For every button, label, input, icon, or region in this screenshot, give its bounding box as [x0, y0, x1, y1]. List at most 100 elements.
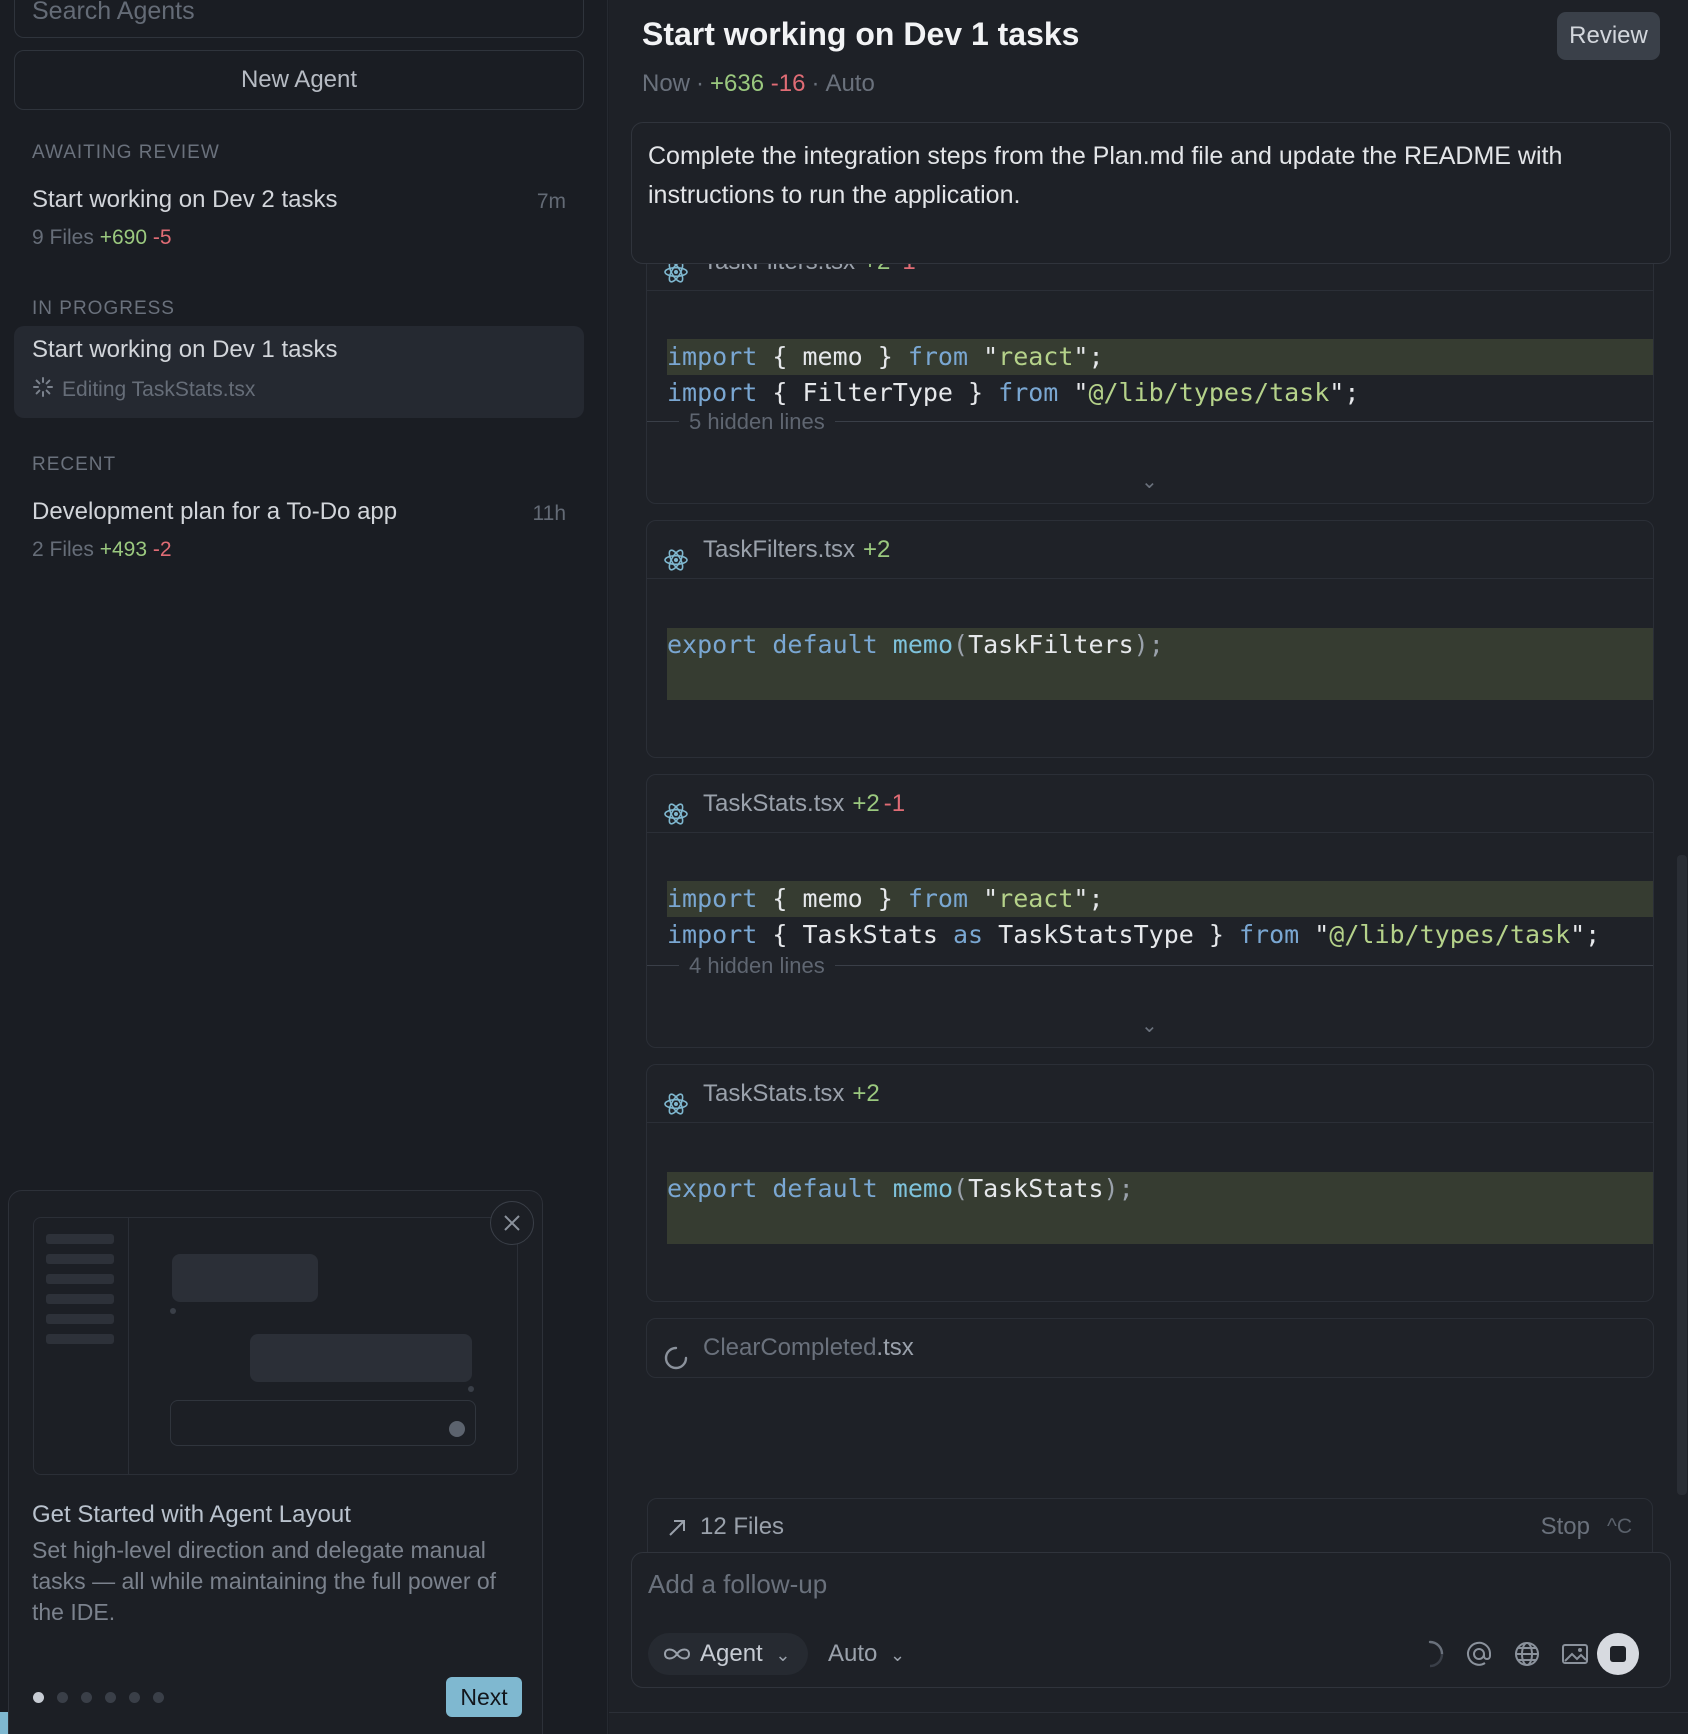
agent-item-time: 7m	[536, 190, 566, 213]
react-icon	[663, 791, 689, 849]
agent-item-stats: 9 Files +690 -5	[32, 226, 172, 250]
sidebar: Search Agents New Agent AWAITING REVIEW …	[0, 0, 608, 1734]
close-onboarding-button[interactable]	[490, 1201, 534, 1245]
hidden-lines-divider[interactable]: 5 hidden lines	[647, 409, 1653, 447]
code-block: export default memo(TaskStats);	[667, 1171, 1653, 1207]
onboarding-pagination	[33, 1690, 177, 1708]
stop-generation-button[interactable]	[1597, 1633, 1639, 1675]
diff-card: TaskStats.tsx +2 -1 import { memo } from "…	[646, 774, 1654, 1048]
followup-input[interactable]: Add a follow-up	[648, 1569, 827, 1600]
infinity-icon	[663, 1648, 691, 1660]
review-button[interactable]: Review	[1557, 12, 1660, 60]
diff-card: TaskStats.tsx +2 export default memo(Task…	[646, 1064, 1654, 1302]
diff-card-header[interactable]: TaskStats.tsx +2	[647, 1065, 1653, 1123]
agent-mode-dropdown[interactable]: Agent ⌄	[648, 1633, 808, 1675]
model-dropdown[interactable]: Auto ⌄	[828, 1633, 905, 1675]
code-line: export default memo(TaskFilters);	[667, 630, 1164, 659]
onboarding-title: Get Started with Agent Layout	[32, 1501, 351, 1528]
agent-item-stats: 2 Files +493 -2	[32, 538, 172, 562]
page-dot[interactable]	[57, 1692, 68, 1703]
user-prompt: Complete the integration steps from the …	[631, 122, 1671, 264]
diff-additions: +2	[852, 790, 880, 817]
deletions-count: -2	[152, 538, 172, 561]
agent-detail-panel: Start working on Dev 1 tasks Review Now ·…	[609, 0, 1688, 1734]
globe-icon[interactable]	[1512, 1639, 1542, 1669]
at-icon[interactable]	[1464, 1639, 1494, 1669]
diff-file-ext: .tsx	[876, 1334, 914, 1361]
diff-additions: +2	[863, 536, 891, 563]
meta-deletions: -16	[770, 70, 806, 97]
code-line: import { memo } from "react";	[667, 339, 1653, 375]
stop-icon	[1610, 1646, 1626, 1662]
layout-preview-illustration	[33, 1217, 518, 1475]
diff-deletions: -1	[883, 790, 906, 817]
section-recent: RECENT	[32, 454, 117, 475]
page-dot[interactable]	[153, 1692, 164, 1703]
stop-shortcut: ^C	[1606, 1515, 1632, 1538]
chevron-down-icon[interactable]: ⌄	[1141, 1013, 1158, 1038]
file-count: 2 Files	[32, 538, 94, 561]
diff-file-name: TaskFilters.tsx	[703, 536, 856, 563]
status-indicator	[0, 1712, 8, 1734]
meta-time: Now	[642, 70, 691, 97]
code-line: import { TaskStats as TaskStatsType } fr…	[667, 920, 1601, 949]
agent-item-todo-plan[interactable]: Development plan for a To-Do app 11h 2 F…	[14, 488, 584, 580]
diff-card: TaskFilters.tsx +2 export default memo(Ta…	[646, 520, 1654, 758]
new-agent-button[interactable]: New Agent	[14, 50, 584, 110]
code-block: import { memo } from "react"; import { Ta…	[667, 881, 1653, 953]
agent-item-title: Development plan for a To-Do app	[32, 498, 398, 525]
diff-file-name: ClearCompleted	[703, 1334, 877, 1361]
page-dot[interactable]	[129, 1692, 140, 1703]
loading-icon	[663, 1335, 689, 1377]
section-awaiting-review: AWAITING REVIEW	[32, 142, 220, 163]
diff-card-loading: ClearCompleted.tsx	[646, 1318, 1654, 1378]
code-line: import { memo } from "react";	[667, 881, 1653, 917]
agent-mode-label: Agent	[700, 1640, 763, 1667]
diff-card-header[interactable]: TaskFilters.tsx +2	[647, 521, 1653, 579]
hidden-lines-divider[interactable]: 4 hidden lines	[647, 953, 1653, 991]
chevron-down-icon: ⌄	[890, 1645, 906, 1665]
code-block: export default memo(TaskFilters);	[667, 627, 1653, 663]
onboarding-description: Set high-level direction and delegate ma…	[32, 1537, 497, 1625]
meta-mode: Auto	[825, 70, 875, 97]
agent-item-status: Editing TaskStats.tsx	[32, 376, 255, 404]
diff-file-name: TaskStats.tsx	[703, 790, 845, 817]
page-dot[interactable]	[81, 1692, 92, 1703]
scrollbar[interactable]	[1677, 855, 1687, 1495]
deletions-count: -5	[152, 226, 172, 249]
search-input[interactable]: Search Agents	[14, 0, 584, 38]
onboarding-card: Get Started with Agent Layout Set high-l…	[8, 1190, 543, 1734]
page-dot[interactable]	[33, 1692, 44, 1703]
page-dot[interactable]	[105, 1692, 116, 1703]
additions-count: +493	[99, 538, 148, 561]
agent-item-title: Start working on Dev 2 tasks	[32, 186, 338, 213]
model-label: Auto	[828, 1640, 878, 1667]
chevron-down-icon[interactable]: ⌄	[1141, 469, 1158, 494]
page-title: Start working on Dev 1 tasks	[642, 16, 1080, 52]
diff-card-header[interactable]: ClearCompleted.tsx	[647, 1319, 1653, 1377]
code-line: import { FilterType } from "@/lib/types/…	[667, 378, 1360, 407]
diff-card-header[interactable]: TaskStats.tsx +2 -1	[647, 775, 1653, 833]
loading-icon	[1415, 1639, 1445, 1669]
next-button[interactable]: Next	[446, 1677, 522, 1717]
additions-count: +690	[99, 226, 148, 249]
spinner-icon	[32, 376, 56, 404]
file-count: 9 Files	[32, 226, 94, 249]
files-summary-bar[interactable]: 12 Files Stop ^C	[647, 1498, 1653, 1558]
image-icon[interactable]	[1560, 1639, 1590, 1669]
expand-arrow-icon	[669, 1520, 685, 1536]
react-icon	[663, 537, 689, 595]
agent-item-dev1[interactable]: Start working on Dev 1 tasks Editing Tas…	[14, 326, 584, 418]
code-line: export default memo(TaskStats);	[667, 1174, 1134, 1203]
diff-card: TaskFilters.tsx+2-1 import { memo } from…	[646, 232, 1654, 504]
agent-item-dev2[interactable]: Start working on Dev 2 tasks 7m 9 Files …	[14, 176, 584, 268]
agent-status-text: Editing TaskStats.tsx	[62, 378, 256, 401]
chevron-down-icon: ⌄	[775, 1645, 791, 1665]
meta-additions: +636	[710, 70, 765, 97]
stop-button[interactable]: Stop	[1541, 1513, 1590, 1541]
section-in-progress: IN PROGRESS	[32, 298, 175, 319]
followup-composer: Add a follow-up Agent ⌄ Auto ⌄	[631, 1552, 1671, 1688]
diff-file-name: TaskStats.tsx	[703, 1080, 845, 1107]
close-icon	[504, 1215, 520, 1231]
agent-meta: Now · +636 -16 · Auto	[642, 70, 875, 97]
